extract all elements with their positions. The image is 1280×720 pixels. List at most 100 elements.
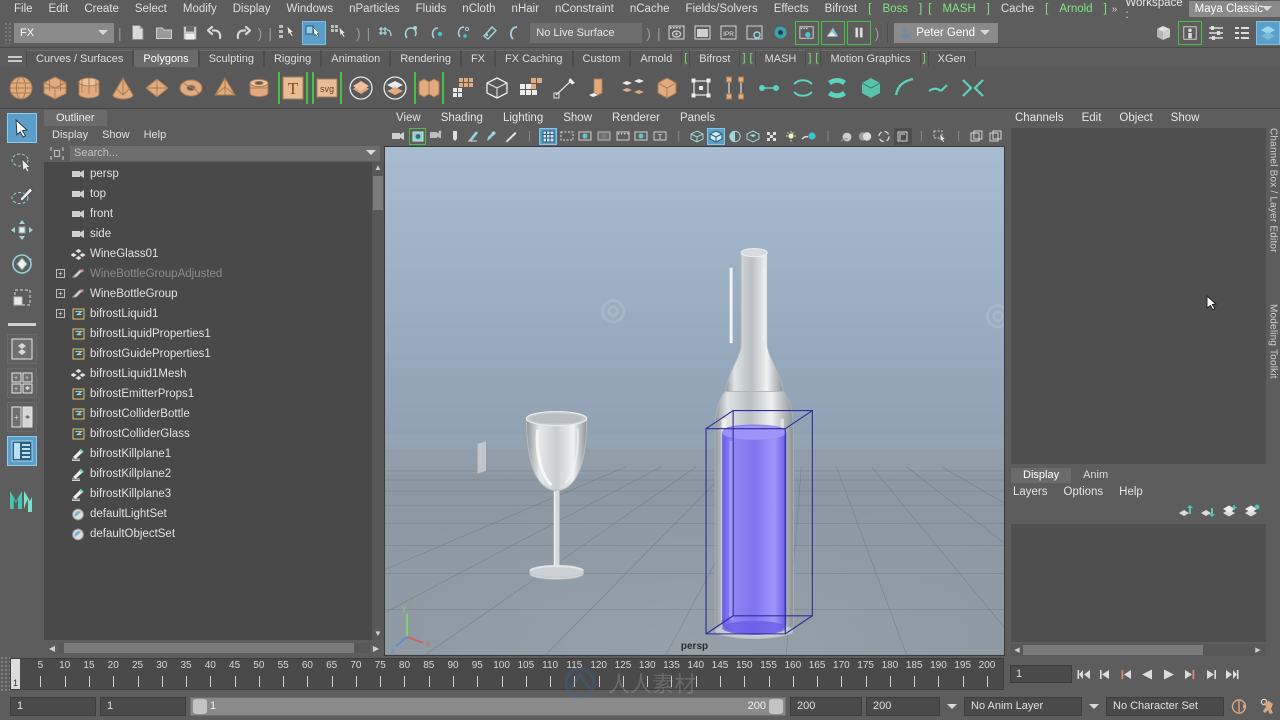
animation-preferences-icon[interactable]: [1256, 698, 1280, 715]
move-layer-down-icon[interactable]: [1200, 504, 1216, 521]
tab-anim[interactable]: Anim: [1071, 468, 1121, 483]
side-tab-modeling-toolkit[interactable]: Modeling Toolkit: [1268, 300, 1279, 440]
menu-cache[interactable]: Cache: [993, 0, 1042, 18]
grid-icon[interactable]: [539, 127, 557, 145]
shelf-tab-animation[interactable]: Animation: [321, 50, 391, 67]
move-tool[interactable]: [7, 215, 37, 245]
four-view-layout[interactable]: + + +: [7, 368, 37, 398]
shelf-tab-fx[interactable]: FX: [460, 50, 496, 67]
menu-ncloth[interactable]: nCloth: [454, 0, 503, 18]
list-item[interactable]: front: [44, 204, 384, 224]
scroll-left-arrow-icon[interactable]: ◀: [1011, 646, 1023, 654]
layer-list[interactable]: [1011, 524, 1266, 642]
film-gate-icon[interactable]: [558, 128, 576, 145]
soft-select-icon[interactable]: [754, 72, 784, 104]
expand-icon[interactable]: +: [56, 309, 65, 318]
render-current-frame-icon[interactable]: [665, 21, 689, 45]
menu-mash-group[interactable]: [ MASH ]: [925, 0, 993, 18]
shelf-tab-custom[interactable]: Custom: [572, 50, 631, 67]
list-item[interactable]: side: [44, 224, 384, 244]
new-layer-icon[interactable]: [1222, 504, 1238, 521]
layer-menu-layers[interactable]: Layers: [1013, 486, 1048, 498]
tool-settings-icon[interactable]: [1204, 21, 1228, 45]
poly-pyramid-icon[interactable]: [210, 72, 240, 104]
scrollbar-thumb[interactable]: [373, 176, 383, 210]
layer-menu-options[interactable]: Options: [1064, 486, 1104, 498]
ipr-render-icon[interactable]: IPR: [717, 21, 741, 45]
viewport-canvas[interactable]: y x z ◎ ◎ persp: [384, 146, 1005, 656]
shelf-tab-mash[interactable]: MASH: [754, 50, 807, 67]
playback-end-field[interactable]: 200: [790, 696, 862, 716]
channelbox-menu-edit[interactable]: Edit: [1082, 112, 1102, 124]
play-forwards-icon[interactable]: [1159, 664, 1177, 684]
poly-svg-icon[interactable]: svg: [312, 71, 342, 104]
outliner-tab[interactable]: Outliner: [44, 110, 107, 126]
range-start-handle[interactable]: [193, 698, 207, 714]
hypershade-icon[interactable]: [769, 21, 793, 45]
anim-start-field[interactable]: 1: [10, 696, 96, 716]
menu-nconstraint[interactable]: nConstraint: [547, 0, 622, 18]
search-input-wrap[interactable]: [70, 145, 380, 161]
outliner-horizontal-scrollbar[interactable]: ◀ ▶: [44, 640, 384, 656]
step-forward-keyframe-icon[interactable]: [1201, 664, 1219, 684]
target-weld-icon[interactable]: [652, 72, 682, 104]
menu-overflow-icon[interactable]: »: [1110, 4, 1120, 15]
anim-layer-select[interactable]: No Anim Layer: [964, 696, 1082, 716]
poly-cone-icon[interactable]: [108, 72, 138, 104]
paint-select-tool[interactable]: [7, 181, 37, 211]
redo-icon[interactable]: [230, 21, 254, 45]
scroll-right-arrow-icon[interactable]: ▶: [370, 642, 382, 654]
current-time-indicator[interactable]: 1: [11, 659, 20, 689]
uv-editor-icon[interactable]: [856, 72, 886, 104]
list-item[interactable]: bifrostGuideProperties1: [44, 344, 384, 364]
select-by-hierarchy-icon[interactable]: [276, 21, 300, 45]
workspace-chevron-down-icon[interactable]: [1262, 6, 1272, 11]
list-item[interactable]: + WineBottleGroupAdjusted: [44, 264, 384, 284]
depth-of-field-icon[interactable]: [875, 128, 893, 145]
menu-modify[interactable]: Modify: [175, 0, 225, 18]
new-layer-from-selected-icon[interactable]: [1244, 504, 1260, 521]
step-back-keyframe-icon[interactable]: [1096, 664, 1114, 684]
menu-effects[interactable]: Effects: [766, 0, 817, 18]
scrollbar-thumb[interactable]: [1023, 645, 1203, 655]
poly-cube-icon[interactable]: [40, 72, 70, 104]
render-settings-icon[interactable]: [743, 21, 767, 45]
image-plane-icon[interactable]: [446, 128, 464, 145]
search-filter-icon[interactable]: [48, 145, 66, 161]
snap-to-grid-icon[interactable]: [374, 21, 398, 45]
sculpt-icon[interactable]: [720, 72, 750, 104]
outliner-menu-display[interactable]: Display: [52, 129, 88, 141]
list-item[interactable]: + bifrostLiquid1: [44, 304, 384, 324]
menu-fluids[interactable]: Fluids: [408, 0, 455, 18]
menu-nparticles[interactable]: nParticles: [341, 0, 408, 18]
transfer-attributes-icon[interactable]: [788, 72, 818, 104]
list-item[interactable]: + WineBottleGroup: [44, 284, 384, 304]
outliner-menu-show[interactable]: Show: [102, 129, 130, 141]
menu-arnold[interactable]: Arnold: [1051, 0, 1100, 18]
layer-menu-help[interactable]: Help: [1119, 486, 1143, 498]
shelf-menu-icon[interactable]: [4, 50, 26, 67]
twopoint-icon[interactable]: [465, 128, 483, 145]
snap-to-curve-icon[interactable]: [400, 21, 424, 45]
menu-display[interactable]: Display: [225, 0, 279, 18]
shelf-tab-fx-caching[interactable]: FX Caching: [495, 50, 573, 67]
list-item[interactable]: WineGlass01: [44, 244, 384, 264]
snap-to-point-icon[interactable]: [426, 21, 450, 45]
snap-to-projected-center-icon[interactable]: [452, 21, 476, 45]
paint-effects-icon[interactable]: [502, 128, 520, 145]
film-origin-icon[interactable]: [614, 128, 632, 145]
camera-attributes-icon[interactable]: [408, 127, 427, 145]
poly-cylinder-icon[interactable]: [74, 72, 104, 104]
exposure-icon[interactable]: [633, 128, 651, 145]
crease-icon[interactable]: [924, 72, 954, 104]
expand-icon[interactable]: +: [56, 289, 65, 298]
menu-edit[interactable]: Edit: [41, 0, 77, 18]
auto-keyframe-icon[interactable]: [1228, 698, 1252, 715]
menu-arnold-group[interactable]: [ Arnold ]: [1042, 0, 1110, 18]
panel-copy-icon[interactable]: [968, 128, 986, 145]
go-to-start-icon[interactable]: [1075, 664, 1093, 684]
modeling-toolkit-icon[interactable]: [1256, 20, 1280, 45]
two-pane-layout[interactable]: +: [7, 402, 37, 432]
multisample-icon[interactable]: [893, 127, 912, 145]
viewport-menu-show[interactable]: Show: [563, 112, 592, 124]
